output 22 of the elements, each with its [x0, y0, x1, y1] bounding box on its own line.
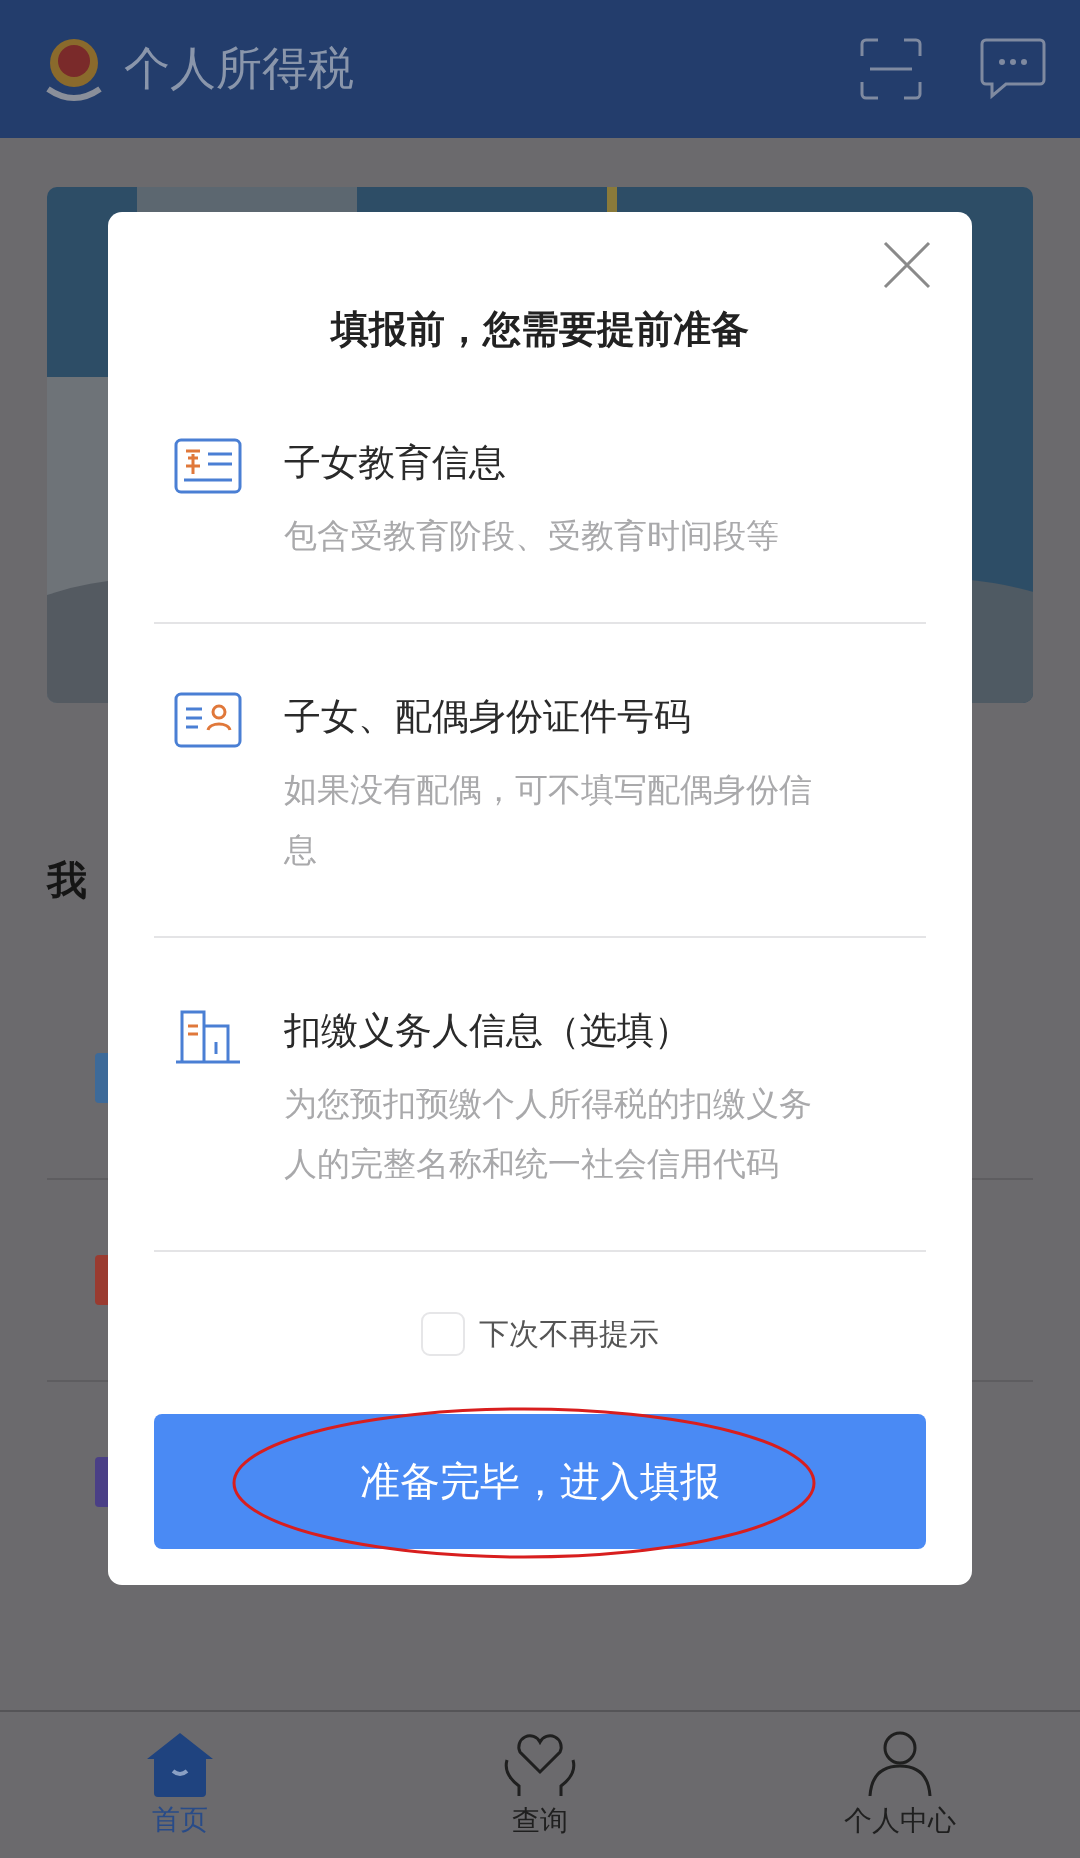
tab-bar-item[interactable]: 个人中心 [720, 1712, 1080, 1858]
message-icon[interactable] [980, 38, 1046, 100]
app-title: 个人所得税 [124, 40, 355, 97]
home-icon [145, 1731, 215, 1797]
item-title: 子女、配偶身份证件号码 [284, 694, 692, 740]
section-heading: 我 [47, 856, 88, 905]
item-description: 包含受教育阶段、受教育时间段等 [284, 515, 780, 557]
close-button[interactable] [882, 240, 932, 290]
checkbox-label: 下次不再提示 [479, 1314, 659, 1353]
dialog-title: 填报前，您需要提前准备 [331, 307, 749, 352]
item-title: 子女教育信息 [284, 440, 507, 486]
tab-bar-item[interactable]: 首页 [0, 1712, 360, 1858]
id-card-icon [174, 692, 242, 748]
confirm-button[interactable]: 准备完毕，进入填报 [154, 1414, 926, 1549]
checkbox[interactable] [421, 1312, 465, 1356]
person-icon [866, 1730, 934, 1798]
item-title: 扣缴义务人信息（选填） [284, 1008, 692, 1054]
item-description: 如果没有配偶，可不填写配偶身份信息 [284, 769, 813, 871]
tab-bar-item[interactable]: 查询 [360, 1712, 720, 1858]
student-card-icon [174, 438, 242, 494]
scan-icon[interactable] [860, 38, 922, 100]
item-description: 为您预扣预缴个人所得税的扣缴义务人的完整名称和统一社会信用代码 [284, 1083, 813, 1185]
